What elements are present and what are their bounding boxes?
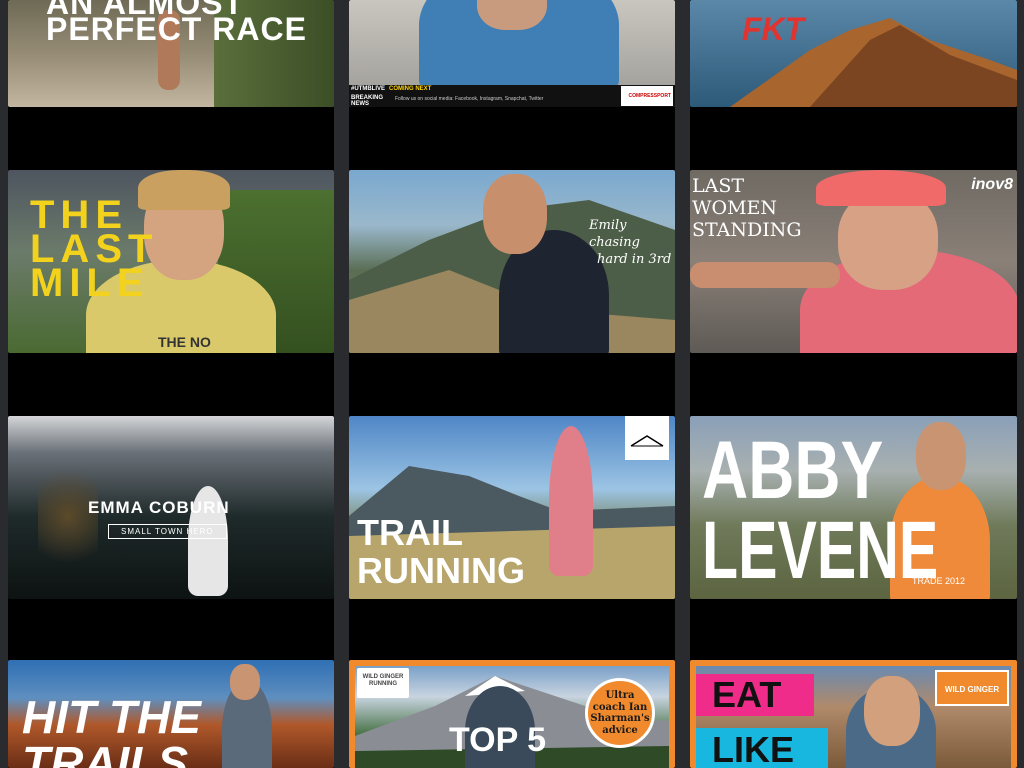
- thumbnail-title-line: ABBY: [702, 425, 884, 516]
- brand-logo: WILD GINGER RUNNING: [357, 668, 409, 698]
- video-thumbnail-emma-coburn[interactable]: EMMA COBURN SMALL TOWN HERO: [8, 416, 334, 599]
- thumbnail-title-line: PERFECT RACE: [46, 11, 307, 47]
- video-thumbnail-last-women-standing[interactable]: LAST WOMEN STANDING inov8: [690, 170, 1017, 353]
- brand-logo: COMPRESSPORT: [621, 86, 673, 106]
- ticker-text: Follow us on social media: Facebook, Ins…: [395, 96, 544, 102]
- mountain-graphic: [730, 18, 1017, 107]
- video-thumbnail-eat-like[interactable]: EAT LIKE WILD GINGER: [690, 660, 1017, 768]
- news-ticker: #UTMBLIVE COMING NEXT BREAKING NEWS Foll…: [349, 85, 675, 107]
- video-thumbnail-hit-the-trails[interactable]: HIT THE TRAILS: [8, 660, 334, 768]
- breaking-news-label: BREAKING NEWS: [351, 95, 384, 107]
- thumbnail-title-line: HIT THE: [22, 691, 201, 743]
- logo-badge: [625, 416, 669, 460]
- thumbnail-title: LAST WOMEN STANDING: [692, 175, 802, 242]
- video-thumbnail-emily-chasing[interactable]: Emily chasing hard in 3rd: [349, 170, 675, 353]
- thumbnail-title-line: EAT: [696, 674, 814, 716]
- brand-logo: inov8: [971, 176, 1013, 193]
- thumbnail-title-line: MILE: [30, 261, 150, 305]
- thumbnail-title-line: LEVENE: [702, 505, 939, 596]
- caption-text: Emily chasing hard in 3rd: [589, 218, 675, 269]
- video-thumbnail-the-last-mile[interactable]: THE LAST MILE THE NO: [8, 170, 334, 353]
- advice-badge: Ultra coach Ian Sharman's advice: [585, 678, 655, 748]
- brand-line: RUNNING: [369, 681, 397, 688]
- ticker-label: #UTMBLIVE: [351, 86, 386, 92]
- runner-hair: [138, 170, 230, 210]
- runner-face: [483, 174, 547, 254]
- thumbnail-title: EMMA COBURN: [88, 498, 230, 517]
- thumbnail-title-line: STANDING: [692, 218, 802, 241]
- thumbnail-title: TOP 5: [449, 721, 547, 759]
- thumbnail-title-line: LAST: [692, 175, 745, 197]
- shirt-print: THE NO: [158, 334, 211, 350]
- column-background: [349, 0, 675, 768]
- runner-face: [864, 676, 920, 746]
- thumbnail-title-line: TRAIL: [357, 512, 463, 553]
- thumbnail-title-line: WOMEN: [692, 196, 778, 219]
- column-background: [690, 0, 1017, 768]
- video-thumbnail-abby-levene[interactable]: ABBY LEVENE TRADE 2012: [690, 416, 1017, 599]
- caption-line: hard in 3rd: [597, 251, 672, 267]
- thumbnail-title: FKT: [742, 11, 805, 47]
- runner-face: [916, 422, 966, 490]
- video-thumbnail-utmb-live[interactable]: #UTMBLIVE COMING NEXT BREAKING NEWS Foll…: [349, 0, 675, 107]
- brand-logo: WILD GINGER: [935, 670, 1009, 706]
- cap: [816, 170, 946, 206]
- coming-next-label: COMING NEXT: [389, 86, 432, 92]
- thumbnail-title-line: TRAILS: [22, 737, 189, 768]
- runner-figure: [549, 426, 593, 576]
- shirt-print: TRADE 2012: [912, 576, 966, 586]
- column-background: [8, 0, 334, 768]
- video-thumbnail-fkt[interactable]: FKT: [690, 0, 1017, 107]
- video-thumbnail-almost-perfect-race[interactable]: AN ALMOST PERFECT RACE: [8, 0, 334, 107]
- video-thumbnail-grid: AN ALMOST PERFECT RACE #UTMBLIVE COMING …: [0, 0, 1024, 768]
- runner-face: [230, 664, 260, 700]
- caption-line: Emily chasing: [589, 218, 640, 250]
- runner-arm: [690, 262, 840, 288]
- video-thumbnail-trail-running[interactable]: TRAIL RUNNING: [349, 416, 675, 599]
- brand-line: WILD GINGER: [362, 674, 404, 680]
- thumbnail-title-line: RUNNING: [357, 550, 525, 591]
- thumbnail-subtitle: SMALL TOWN HERO: [108, 524, 227, 539]
- video-thumbnail-top-5[interactable]: WILD GINGER RUNNING Ultra coach Ian Shar…: [349, 660, 675, 768]
- thumbnail-title-line: LIKE: [696, 728, 828, 768]
